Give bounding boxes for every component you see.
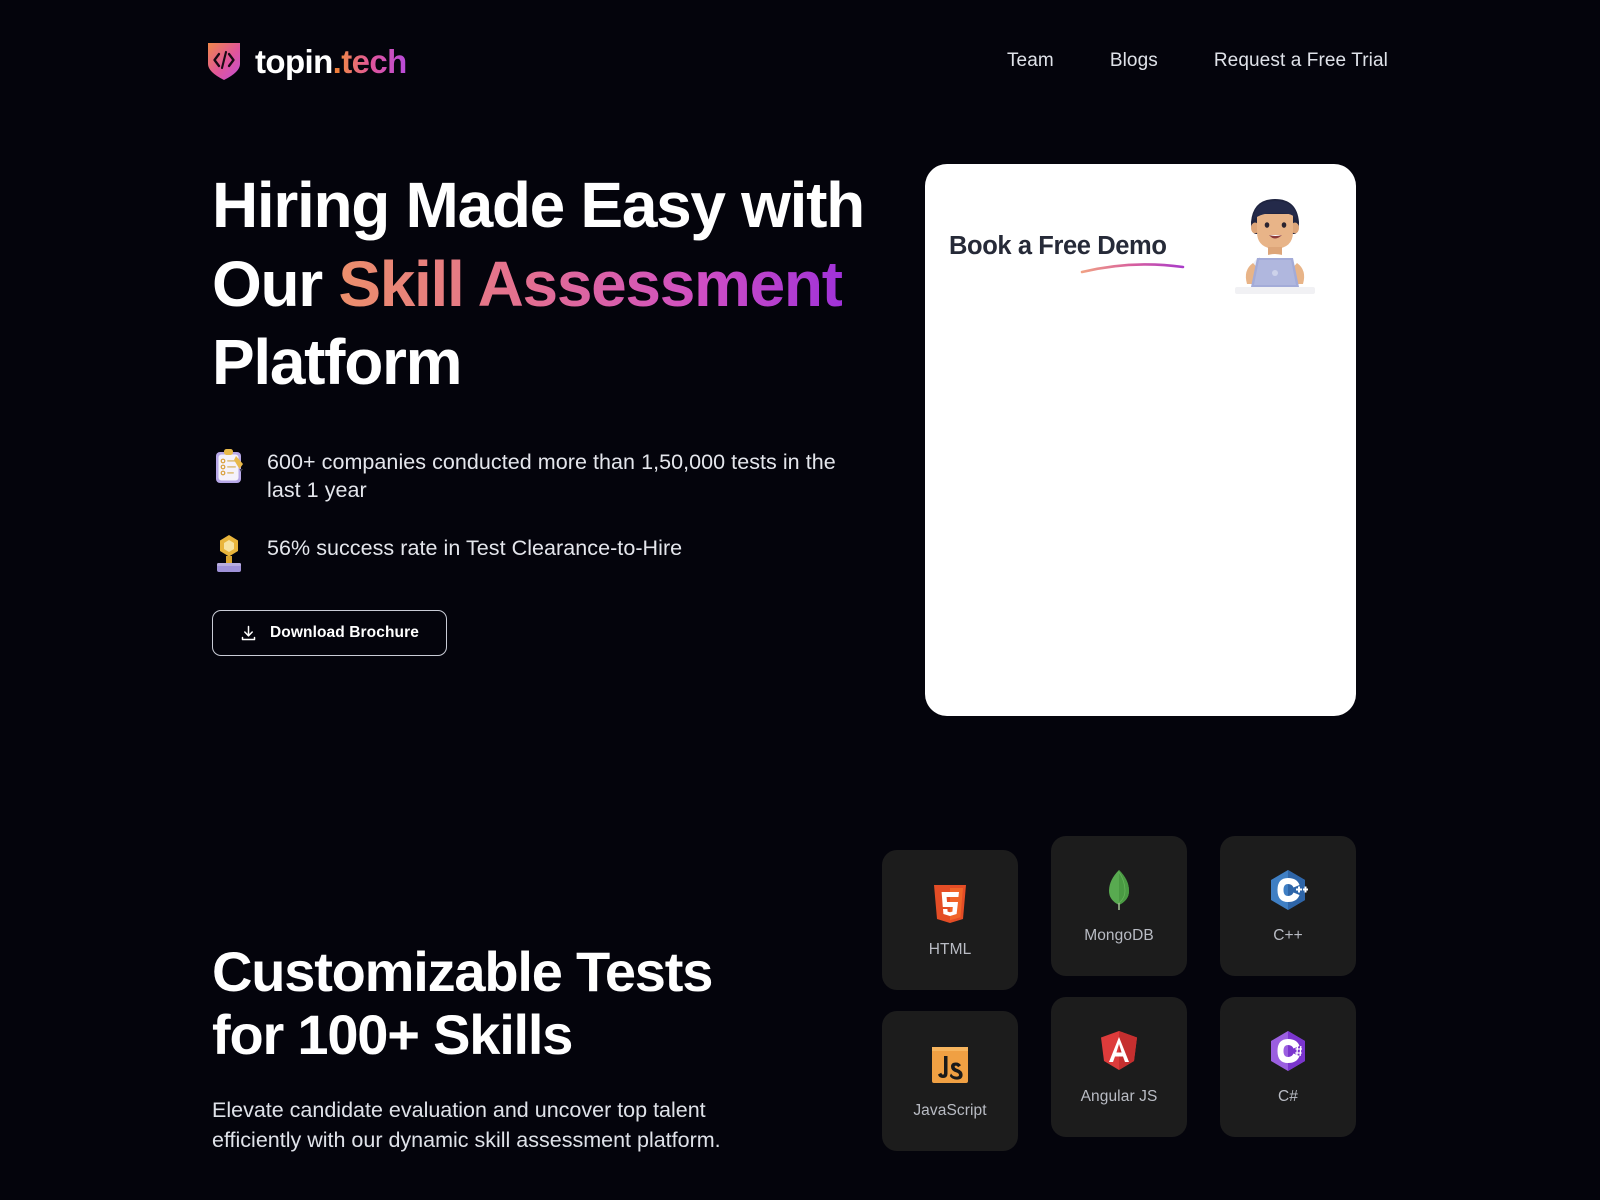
hero-stats-list: 600+ companies conducted more than 1,50,… — [212, 447, 872, 573]
hero-content: Hiring Made Easy with Our Skill Assessmen… — [212, 166, 872, 657]
skill-card-javascript[interactable]: JavaScript — [882, 1011, 1018, 1151]
skill-label: HTML — [928, 941, 972, 958]
brand-word-2: tech — [341, 42, 407, 80]
hero-title-line-3: Platform — [212, 326, 463, 399]
angularjs-icon — [1101, 1031, 1137, 1070]
skills-title-line-1: Customizable Tests — [212, 940, 713, 1003]
skills-column-3: C++ C# — [1220, 836, 1356, 1158]
brand-dot: . — [332, 42, 342, 80]
skill-label: MongoDB — [1084, 927, 1154, 944]
stat-text: 600+ companies conducted more than 1,50,… — [267, 450, 836, 503]
skills-section-description: Elevate candidate evaluation and uncover… — [212, 1097, 721, 1153]
skill-card-mongodb[interactable]: MongoDB — [1051, 836, 1187, 976]
brand-wordmark: topin.tech — [255, 45, 407, 78]
hero-title-line-2-plain: Our — [212, 247, 339, 320]
mongodb-icon — [1109, 870, 1129, 910]
skill-label: Angular JS — [1080, 1088, 1158, 1105]
javascript-icon — [932, 1047, 968, 1083]
skill-card-html[interactable]: HTML — [882, 850, 1018, 990]
stat-item: 56% success rate in Test Clearance-to-Hi… — [212, 533, 872, 573]
book-demo-title: Book a Free Demo — [949, 232, 1167, 260]
gradient-swoosh-underline-icon — [1080, 263, 1185, 274]
cplusplus-icon — [1271, 870, 1308, 910]
book-demo-card[interactable]: Book a Free Demo — [925, 164, 1356, 716]
hero-title-line-1: Hiring Made Easy with — [212, 169, 865, 241]
skill-label: C# — [1277, 1088, 1298, 1105]
person-at-laptop-illustration — [1235, 199, 1315, 294]
skill-card-cplusplus[interactable]: C++ — [1220, 836, 1356, 976]
clipboard-checklist-icon — [216, 449, 243, 484]
stat-item: 600+ companies conducted more than 1,50,… — [212, 447, 872, 505]
site-header: topin.tech Team Blogs Request a Free Tri… — [0, 0, 1600, 122]
brand-word-1: topin — [255, 42, 333, 80]
brand-logo[interactable]: topin.tech — [206, 40, 407, 82]
nav-item-team[interactable]: Team — [1007, 50, 1054, 72]
skill-card-angularjs[interactable]: Angular JS — [1051, 997, 1187, 1137]
csharp-icon — [1271, 1031, 1305, 1071]
download-brochure-label: Download Brochure — [270, 624, 419, 642]
skill-label: JavaScript — [913, 1102, 987, 1119]
skills-column-1: HTML JavaScript — [882, 836, 1018, 1172]
trophy-icon — [217, 535, 241, 573]
landing-page: topin.tech Team Blogs Request a Free Tri… — [0, 0, 1600, 1200]
main-navigation: Team Blogs Request a Free Trial — [1007, 50, 1388, 72]
skills-column-2: MongoDB Angular JS — [1051, 836, 1187, 1158]
download-brochure-button[interactable]: Download Brochure — [212, 610, 447, 657]
download-icon — [241, 625, 256, 640]
skills-title-line-2: for 100+ Skills — [212, 1003, 573, 1067]
skills-section-text: Customizable Tests for 100+ Skills Elevat… — [212, 940, 812, 1156]
nav-item-blogs[interactable]: Blogs — [1110, 50, 1158, 72]
skill-label: C++ — [1273, 927, 1303, 944]
skills-section-title: Customizable Tests for 100+ Skills — [212, 940, 812, 1067]
html5-icon — [934, 885, 966, 923]
skill-card-csharp[interactable]: C# — [1220, 997, 1356, 1137]
stat-text: 56% success rate in Test Clearance-to-Hi… — [267, 536, 683, 561]
hero-title-highlight: Skill Assessment — [338, 247, 843, 320]
nav-item-request-free-trial[interactable]: Request a Free Trial — [1214, 50, 1388, 72]
code-shield-icon — [208, 43, 240, 80]
hero-title: Hiring Made Easy with Our Skill Assessmen… — [212, 166, 872, 402]
